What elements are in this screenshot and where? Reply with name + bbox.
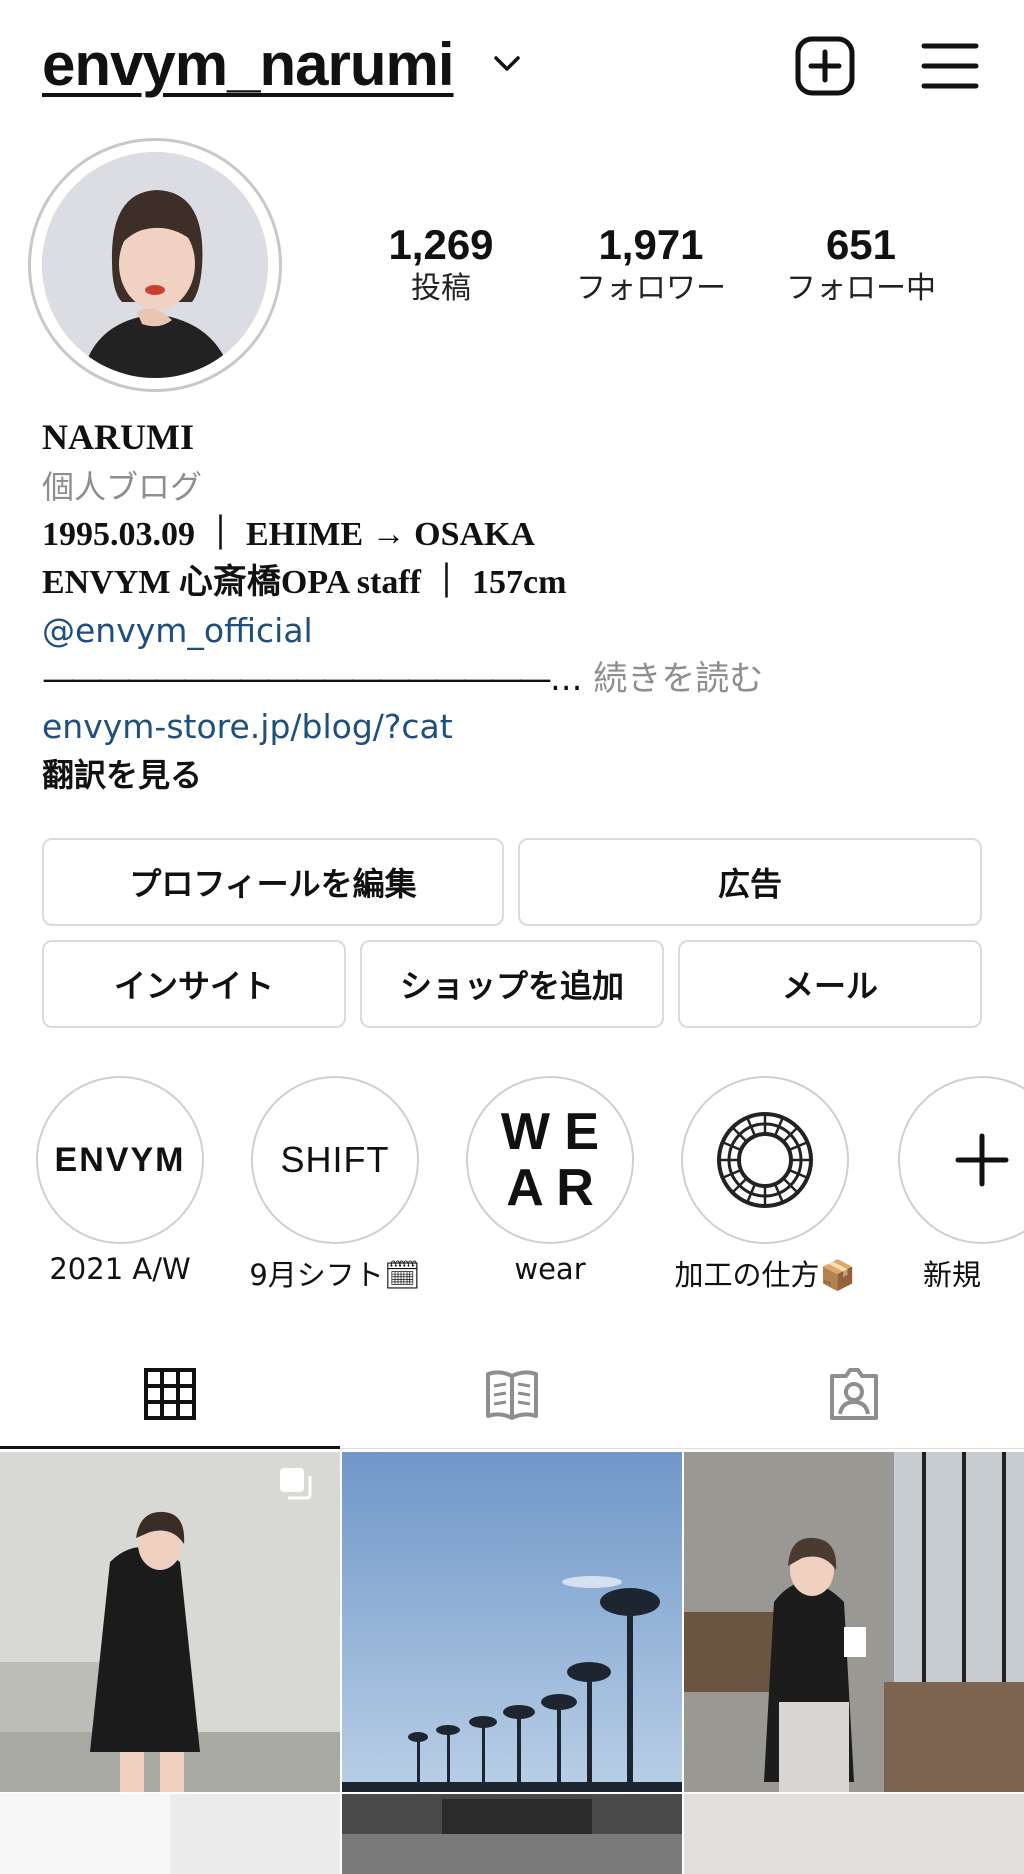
active-tab-indicator — [0, 1446, 340, 1449]
stat-followers[interactable]: 1,971 フォロワー — [551, 220, 751, 308]
followers-count: 1,971 — [598, 221, 704, 268]
plus-icon — [955, 1133, 1009, 1187]
menu-icon[interactable] — [918, 34, 982, 98]
highlight-edit-howto[interactable] — [681, 1076, 849, 1244]
highlight-label: 新規 — [922, 1258, 981, 1292]
highlight-label-howto: 加工の仕方📦 — [655, 1252, 875, 1294]
email-button[interactable]: メール — [678, 940, 982, 1028]
posts-label: 投稿 — [411, 271, 471, 306]
calendar-emoji-icon: 🗓 — [383, 1258, 421, 1292]
chevron-down-icon[interactable] — [492, 52, 522, 76]
insights-button[interactable]: インサイト — [42, 940, 346, 1028]
mention-link[interactable]: @envym_official — [42, 608, 313, 654]
highlight-cover-text: SHIFT — [280, 1139, 390, 1180]
post-thumbnail[interactable] — [684, 1794, 1024, 1874]
highlight-cover-text: ENVYM — [54, 1140, 186, 1179]
ring-pattern-icon — [717, 1112, 813, 1208]
grid-icon[interactable] — [140, 1364, 200, 1424]
highlight-cover-line-2: A R — [506, 1159, 594, 1217]
stat-posts[interactable]: 1,269 投稿 — [341, 220, 541, 308]
post-photo — [0, 1794, 340, 1874]
highlight-label-text: 加工の仕方 — [674, 1258, 820, 1292]
post-thumbnail[interactable] — [0, 1452, 340, 1792]
highlight-label-shift: 9月シフト🗓 — [225, 1252, 445, 1294]
edit-profile-button[interactable]: プロフィールを編集 — [42, 838, 504, 926]
tagged-icon[interactable] — [824, 1364, 884, 1424]
highlight-cover-line-1: W E — [500, 1103, 600, 1161]
stat-following[interactable]: 651 フォロー中 — [761, 220, 961, 308]
highlight-envym[interactable]: ENVYM — [36, 1076, 204, 1244]
avatar-photo — [42, 152, 268, 378]
post-photo — [684, 1452, 1024, 1792]
new-post-icon[interactable] — [793, 34, 857, 98]
highlight-label-text: 9月シフト — [249, 1258, 384, 1292]
bio-line-2: ENVYM 心斎橋OPA staff ｜ 157cm — [42, 564, 567, 601]
post-photo — [684, 1794, 1024, 1874]
bio-ellipsis: ... — [550, 659, 583, 699]
post-thumbnail[interactable] — [342, 1452, 682, 1792]
post-photo — [342, 1452, 682, 1792]
translate-link[interactable]: 翻訳を見る — [42, 752, 202, 798]
highlight-wear[interactable]: W E A R — [466, 1076, 634, 1244]
carousel-icon — [280, 1468, 312, 1500]
post-thumbnail[interactable] — [684, 1452, 1024, 1792]
highlight-shift[interactable]: SHIFT — [251, 1076, 419, 1244]
read-more-link[interactable]: 続きを読む — [593, 659, 763, 699]
bio-divider: —————————————————— — [42, 659, 552, 699]
avatar[interactable] — [42, 152, 268, 378]
post-photo — [342, 1794, 682, 1874]
posts-count: 1,269 — [388, 221, 494, 268]
guide-icon[interactable] — [482, 1364, 542, 1424]
followers-label: フォロワー — [576, 271, 726, 306]
display-name: NARUMI — [42, 417, 194, 457]
post-thumbnail[interactable] — [0, 1794, 340, 1874]
add-shop-button[interactable]: ショップを追加 — [360, 940, 664, 1028]
website-link[interactable]: envym-store.jp/blog/?cat — [42, 704, 453, 750]
profile-category: 個人ブログ — [42, 468, 203, 506]
username[interactable]: envym_narumi — [42, 30, 455, 99]
ads-button[interactable]: 広告 — [518, 838, 982, 926]
highlight-new[interactable] — [898, 1076, 1024, 1244]
post-thumbnail[interactable] — [342, 1794, 682, 1874]
box-emoji-icon: 📦 — [819, 1258, 856, 1292]
bio-line-3: ——————————————————... 続きを読む — [42, 656, 763, 702]
highlight-label: wear — [514, 1252, 586, 1286]
bio-line-1: 1995.03.09 ｜ EHIME → OSAKA — [42, 516, 536, 553]
following-label: フォロー中 — [786, 271, 936, 306]
following-count: 651 — [825, 221, 897, 268]
highlight-label: 2021 A/W — [49, 1252, 191, 1286]
